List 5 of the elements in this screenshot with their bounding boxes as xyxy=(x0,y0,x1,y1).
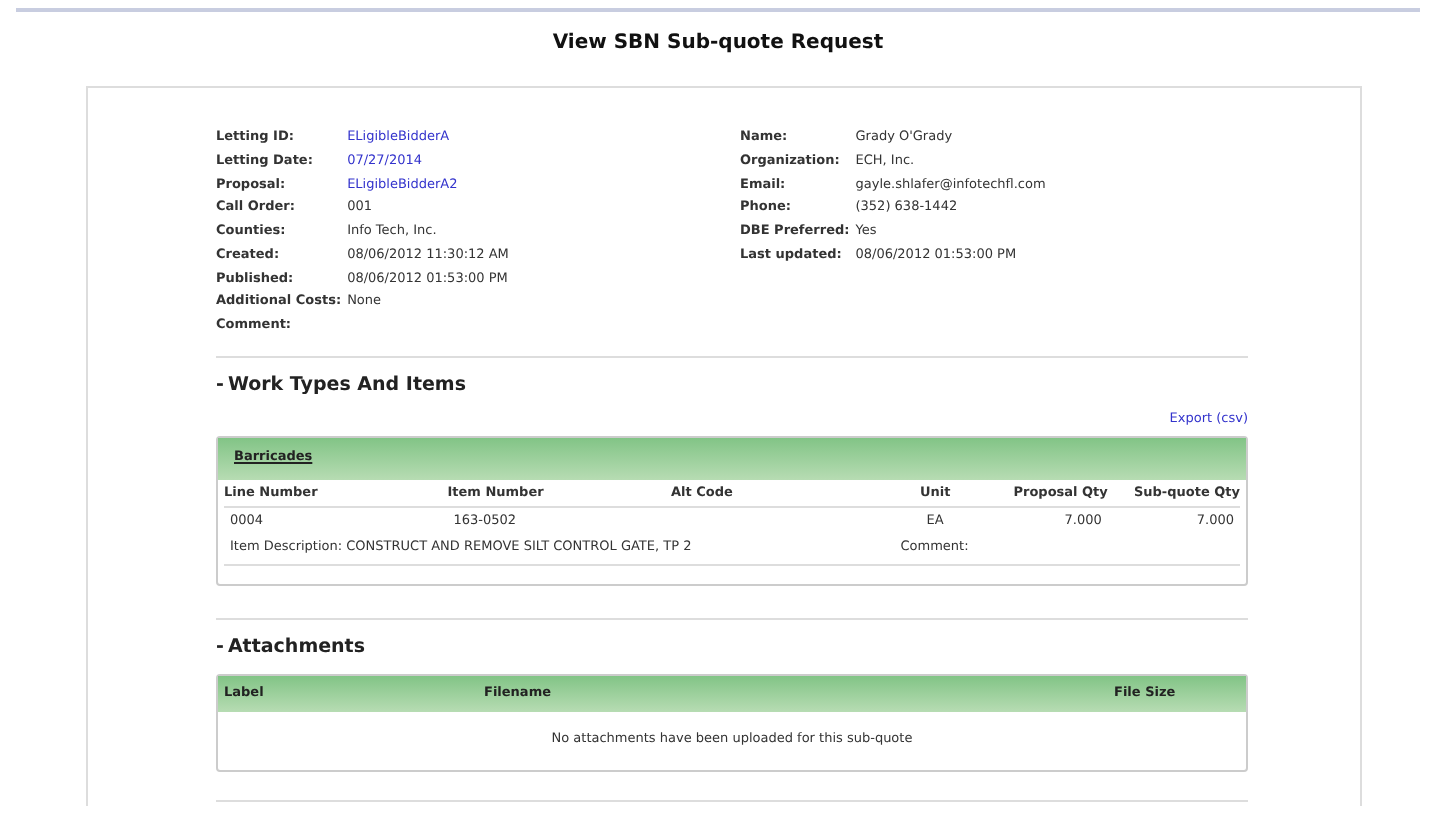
page-title: View SBN Sub-quote Request xyxy=(550,30,886,58)
collapse-toggle[interactable]: - xyxy=(216,634,224,663)
section-title: Attachments xyxy=(227,634,365,662)
section-title: Work Types And Items xyxy=(227,371,466,400)
collapse-toggle[interactable]: - xyxy=(216,371,224,400)
